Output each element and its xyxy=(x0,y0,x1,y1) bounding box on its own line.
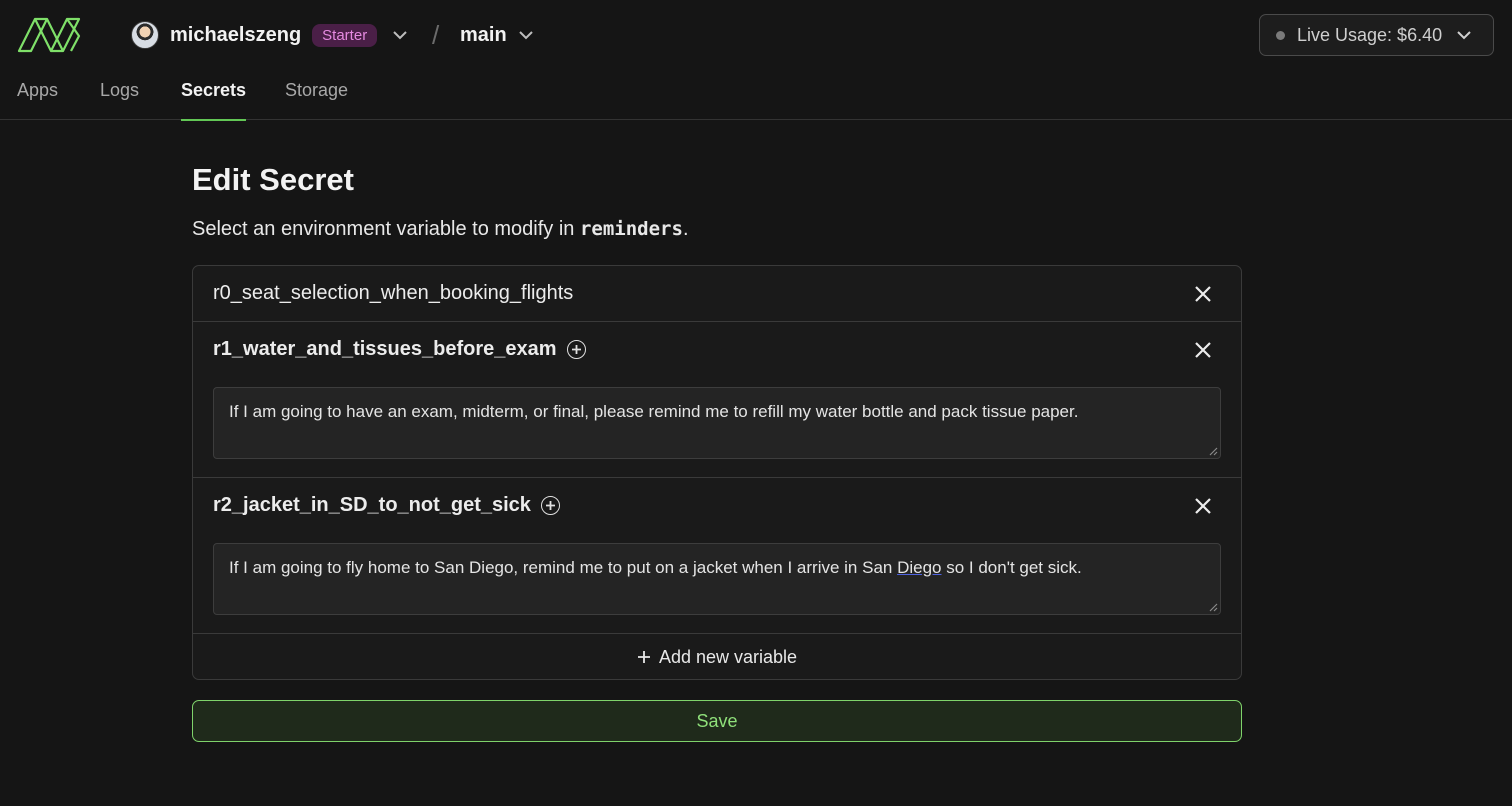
secret-name: reminders xyxy=(579,218,683,240)
tab-apps[interactable]: Apps xyxy=(17,80,58,120)
variable-row: r2_jacket_in_SD_to_not_get_sick If I am … xyxy=(193,478,1241,634)
plus-icon xyxy=(637,650,651,664)
variable-value-textarea[interactable]: If I am going to fly home to San Diego, … xyxy=(213,543,1221,615)
resize-handle-icon[interactable] xyxy=(1209,447,1218,456)
subtitle-text: Select an environment variable to modify… xyxy=(192,218,580,240)
chevron-down-icon[interactable] xyxy=(516,25,536,45)
environment-name: main xyxy=(460,23,507,46)
workspace-switcher[interactable]: michaelszeng Starter xyxy=(131,20,410,50)
nav-tabs: Apps Logs Secrets Storage xyxy=(0,70,1512,121)
variable-value-end: so I don't get sick. xyxy=(941,558,1082,577)
chevron-down-icon[interactable] xyxy=(1454,25,1474,45)
variable-row: r1_water_and_tissues_before_exam If I am… xyxy=(193,322,1241,478)
spellcheck-flagged-word: Diego xyxy=(897,558,942,577)
variable-name: r0_seat_selection_when_booking_flights xyxy=(213,282,574,304)
variable-name: r1_water_and_tissues_before_exam xyxy=(213,338,557,360)
tab-storage[interactable]: Storage xyxy=(285,80,348,120)
add-variable-button[interactable]: Add new variable xyxy=(193,634,1241,680)
tab-logs[interactable]: Logs xyxy=(100,80,139,120)
page-subtitle: Select an environment variable to modify… xyxy=(192,218,689,241)
page-title: Edit Secret xyxy=(192,162,354,197)
variable-value: If I am going to have an exam, midterm, … xyxy=(229,402,1079,421)
chevron-down-icon[interactable] xyxy=(390,25,410,45)
variable-value-textarea[interactable]: If I am going to have an exam, midterm, … xyxy=(213,387,1221,459)
close-icon[interactable] xyxy=(1191,282,1215,306)
status-dot-icon xyxy=(1276,30,1285,40)
tab-secrets[interactable]: Secrets xyxy=(181,80,247,121)
variable-name-field[interactable]: r1_water_and_tissues_before_exam xyxy=(213,338,586,361)
save-button[interactable]: Save xyxy=(192,700,1242,742)
close-icon[interactable] xyxy=(1191,338,1215,362)
username: michaelszeng xyxy=(170,23,302,46)
breadcrumb-separator: / xyxy=(432,20,440,50)
add-variable-label: Add new variable xyxy=(658,646,798,667)
variable-name: r2_jacket_in_SD_to_not_get_sick xyxy=(213,494,531,516)
variable-value: If I am going to fly home to San Diego, … xyxy=(229,558,898,577)
live-usage-label: Live Usage: $6.40 xyxy=(1297,24,1443,45)
variables-panel: r0_seat_selection_when_booking_flights r… xyxy=(192,265,1242,680)
plus-circle-icon[interactable] xyxy=(540,496,560,515)
live-usage-button[interactable]: Live Usage: $6.40 xyxy=(1259,14,1494,56)
subtitle-suffix: . xyxy=(682,218,689,240)
variable-row: r0_seat_selection_when_booking_flights xyxy=(193,266,1241,322)
environment-switcher[interactable]: main xyxy=(460,20,536,50)
variable-name-field[interactable]: r2_jacket_in_SD_to_not_get_sick xyxy=(213,494,560,517)
resize-handle-icon[interactable] xyxy=(1209,603,1218,612)
top-bar: michaelszeng Starter / main Live Usage: … xyxy=(0,0,1512,70)
plus-circle-icon[interactable] xyxy=(566,340,586,359)
close-icon[interactable] xyxy=(1191,494,1215,518)
plan-badge: Starter xyxy=(312,23,378,47)
modal-logo-icon[interactable] xyxy=(17,16,81,54)
avatar xyxy=(131,21,159,49)
